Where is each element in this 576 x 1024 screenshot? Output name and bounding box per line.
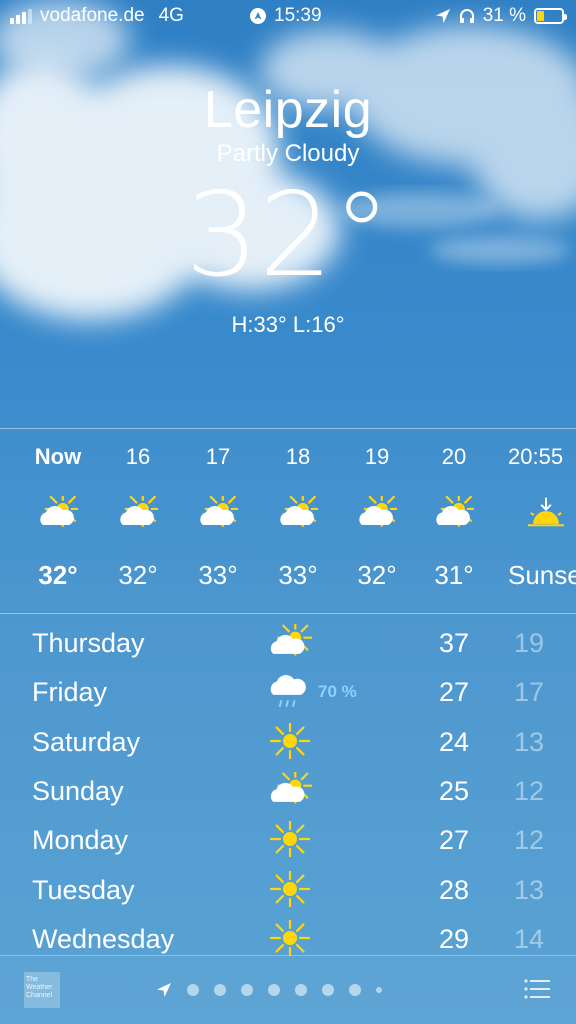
page-dot[interactable] — [268, 984, 280, 996]
partly-cloudy-icon — [118, 490, 161, 530]
divider-top — [0, 428, 576, 429]
page-dot[interactable] — [376, 987, 382, 993]
hourly-temperature: 33° — [198, 560, 238, 590]
bottom-toolbar: The Weather Channel — [0, 956, 576, 1024]
daily-row: Thursday 37 19 — [0, 619, 576, 669]
low-temperature: 19 — [513, 628, 544, 658]
sunset-icon — [526, 496, 566, 530]
sun-icon — [268, 868, 312, 909]
hourly-temperature: 31° — [434, 560, 474, 590]
location-active-icon — [250, 8, 266, 24]
daily-row: Friday 70 % 27 17 — [0, 669, 576, 718]
page-indicator[interactable] — [156, 982, 382, 998]
headphones-icon — [459, 9, 474, 23]
partly-cloudy-icon — [268, 619, 314, 660]
daily-row: Monday 27 12 — [0, 817, 576, 866]
hourly-temperature: 32° — [38, 560, 78, 590]
low-temperature: 13 — [513, 726, 544, 757]
high-temperature: 24 — [438, 726, 469, 757]
rain-cloud-icon — [268, 673, 312, 709]
list-icon[interactable] — [524, 978, 550, 1000]
partly-cloudy-icon — [278, 490, 321, 530]
hourly-time: 20 — [441, 444, 467, 469]
status-left: vodafone.de 4G — [10, 5, 184, 27]
high-temperature: 37 — [438, 628, 469, 658]
high-temperature: 28 — [438, 874, 469, 905]
page-dot[interactable] — [349, 984, 361, 996]
battery-percent: 31 % — [482, 5, 526, 26]
status-right: 31 % — [435, 5, 567, 27]
hourly-time: 20:55 — [508, 444, 564, 469]
hourly-temperature: 32° — [357, 560, 397, 590]
high-temperature: 29 — [438, 923, 469, 954]
high-temperature: 27 — [438, 825, 469, 856]
daily-row: Tuesday 28 13 — [0, 867, 576, 916]
sun-icon — [268, 720, 312, 761]
hourly-temperature: 32° — [118, 560, 158, 590]
location-arrow-icon — [435, 9, 450, 23]
day-name: Sunday — [32, 775, 124, 806]
day-name: Tuesday — [32, 874, 135, 905]
low-temperature: 13 — [513, 874, 544, 905]
page-dot[interactable] — [295, 984, 307, 996]
hourly-temperature: 33° — [278, 560, 318, 590]
high-temperature: 27 — [438, 677, 469, 708]
day-name: Saturday — [32, 726, 141, 757]
partly-cloudy-icon — [38, 490, 81, 530]
current-temperature: 32° — [185, 168, 391, 303]
day-name: Wednesday — [32, 923, 175, 954]
day-name: Friday — [32, 677, 108, 708]
network-label: 4G — [158, 5, 184, 26]
low-temperature: 14 — [513, 923, 544, 954]
signal-icon — [10, 8, 32, 24]
page-dot[interactable] — [187, 984, 199, 996]
hourly-forecast[interactable]: Now 32° 16 32° 17 33° 18 33° 19 32° 20 31° 20:55 Suns… — [0, 430, 576, 612]
current-condition: Partly Cloudy — [216, 140, 360, 167]
page-dot[interactable] — [322, 984, 334, 996]
hourly-time: 18 — [285, 444, 311, 469]
hourly-time: 17 — [205, 444, 231, 469]
location-arrow-icon — [157, 983, 171, 997]
status-bar: vodafone.de 4G 15:39 31 % — [0, 0, 576, 32]
high-temperature: 25 — [438, 775, 469, 806]
daily-row: Saturday 24 13 — [0, 719, 576, 768]
day-name: Monday — [32, 825, 129, 856]
partly-cloudy-icon — [357, 490, 400, 530]
low-temperature: 12 — [513, 775, 544, 806]
sun-icon — [268, 917, 312, 958]
partly-cloudy-icon — [268, 767, 314, 808]
page-dot[interactable] — [214, 984, 226, 996]
divider-hourly-daily — [0, 613, 576, 614]
hourly-temperature: Sunset — [508, 560, 576, 590]
hourly-time: 19 — [364, 444, 390, 469]
partly-cloudy-icon — [434, 490, 477, 530]
high-low-temperature: H:33° L:16° — [231, 312, 345, 337]
status-center: 15:39 — [250, 5, 322, 27]
partly-cloudy-icon — [198, 490, 241, 530]
carrier-label: vodafone.de — [40, 5, 145, 26]
low-temperature: 17 — [513, 677, 544, 708]
page-dot[interactable] — [241, 984, 253, 996]
day-name: Thursday — [32, 628, 145, 658]
low-temperature: 12 — [513, 825, 544, 856]
sun-icon — [268, 819, 312, 860]
hourly-time: 16 — [125, 444, 151, 469]
hourly-time: Now — [34, 444, 82, 469]
weather-channel-logo[interactable]: The Weather Channel — [24, 972, 60, 1008]
clock: 15:39 — [274, 5, 322, 26]
daily-row: Sunday 25 12 — [0, 767, 576, 817]
battery-charging-icon — [534, 8, 567, 24]
city-name: Leipzig — [203, 81, 373, 139]
precipitation-chance: 70 % — [318, 682, 357, 702]
